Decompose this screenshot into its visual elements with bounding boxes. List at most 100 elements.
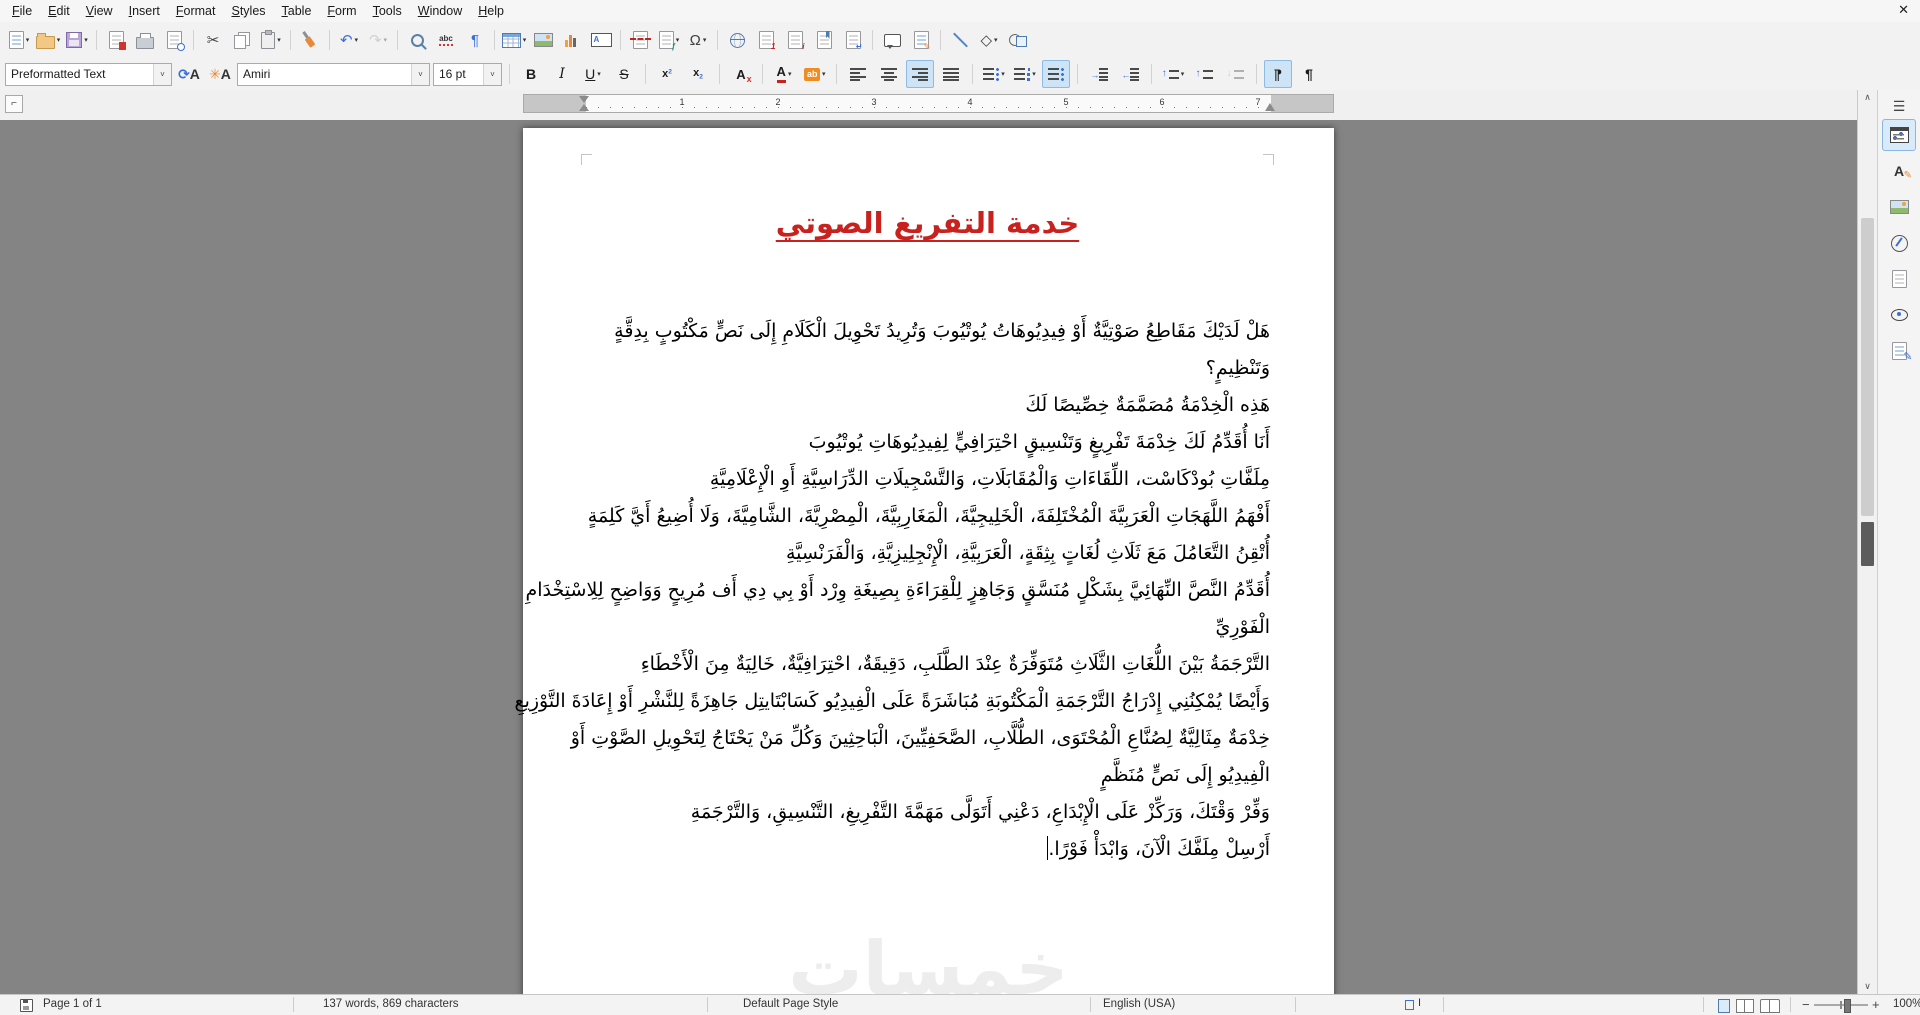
special-character-button[interactable]: Ω ▾ bbox=[684, 26, 712, 54]
subscript-button[interactable]: x2 bbox=[684, 60, 712, 88]
page-style[interactable]: Default Page Style bbox=[743, 998, 838, 1010]
increase-indent-button[interactable]: → bbox=[1085, 60, 1113, 88]
insert-textbox-button[interactable]: A bbox=[587, 26, 615, 54]
basic-shapes-button[interactable]: ◇ ▾ bbox=[975, 26, 1003, 54]
find-replace-button[interactable] bbox=[403, 26, 431, 54]
font-color-button[interactable]: A ▾ bbox=[770, 60, 798, 88]
copy-button[interactable] bbox=[228, 26, 256, 54]
text-line[interactable]: خِدْمَةٌ مِثَالِيَّةٌ لِصُنَّاعِ الْمُحْ… bbox=[553, 720, 1270, 757]
sidebar-settings-icon[interactable]: ☰ bbox=[1893, 98, 1906, 115]
font-name-combobox[interactable]: Amiri ˅ bbox=[237, 62, 430, 86]
cut-button[interactable]: ✂ bbox=[199, 26, 227, 54]
decrease-paragraph-spacing-button[interactable]: ↓ bbox=[1221, 60, 1249, 88]
save-button[interactable]: ▾ bbox=[63, 26, 91, 54]
highlight-color-button[interactable]: ab ▾ bbox=[801, 60, 829, 88]
text-line[interactable]: وَتَنْظِيمٍ؟ bbox=[553, 350, 1270, 387]
document-title[interactable]: خدمة التفريغ الصوتي bbox=[585, 206, 1270, 240]
new-style-button[interactable]: ✳A bbox=[206, 60, 234, 88]
menu-window[interactable]: Window bbox=[410, 2, 470, 20]
superscript-button[interactable]: x2 bbox=[653, 60, 681, 88]
ordered-list-button[interactable]: ▾ bbox=[1011, 60, 1039, 88]
formatting-marks-button[interactable]: ¶ bbox=[461, 26, 489, 54]
clear-formatting-button[interactable]: Ax bbox=[727, 60, 755, 88]
scrollbar-marker[interactable] bbox=[1861, 522, 1874, 566]
word-count[interactable]: 137 words, 869 characters bbox=[323, 998, 459, 1010]
strikethrough-button[interactable]: S bbox=[610, 60, 638, 88]
horizontal-ruler[interactable]: 1 2 3 4 5 6 7 bbox=[523, 94, 1334, 113]
paste-button[interactable]: ▾ bbox=[257, 26, 285, 54]
insert-image-button[interactable] bbox=[529, 26, 557, 54]
insert-chart-button[interactable] bbox=[558, 26, 586, 54]
zoom-level[interactable]: 100% bbox=[1893, 998, 1920, 1010]
align-left-button[interactable] bbox=[844, 60, 872, 88]
close-window-icon[interactable]: ✕ bbox=[1898, 2, 1909, 18]
book-view-icon[interactable] bbox=[1760, 999, 1780, 1013]
text-line[interactable]: الْفِيدِيُو إِلَى نَصٍّ مُنَظَّمٍ bbox=[553, 757, 1270, 794]
menu-table[interactable]: Table bbox=[274, 2, 320, 20]
right-to-left-button[interactable]: ¶ bbox=[1264, 60, 1292, 88]
sidebar-tab-properties[interactable] bbox=[1882, 119, 1916, 151]
clone-formatting-button[interactable] bbox=[296, 26, 324, 54]
print-preview-button[interactable] bbox=[160, 26, 188, 54]
track-changes-button[interactable]: ✎ bbox=[907, 26, 935, 54]
scroll-up-icon[interactable]: ∧ bbox=[1858, 90, 1877, 106]
insert-table-button[interactable]: ▾ bbox=[500, 26, 528, 54]
menu-form[interactable]: Form bbox=[319, 2, 364, 20]
line-spacing-button[interactable]: ↑ ▾ bbox=[1159, 60, 1187, 88]
increase-paragraph-spacing-button[interactable]: ↑ bbox=[1190, 60, 1218, 88]
scrollbar-thumb[interactable] bbox=[1861, 218, 1874, 516]
unordered-list-button[interactable]: ▾ bbox=[980, 60, 1008, 88]
sidebar-tab-manage-changes[interactable]: ✎ bbox=[1882, 335, 1916, 367]
text-line[interactable]: الْفَوْرِيِّ bbox=[553, 609, 1270, 646]
sidebar-tab-style-inspector[interactable] bbox=[1882, 299, 1916, 331]
zoom-out-icon[interactable]: − bbox=[1802, 997, 1810, 1012]
new-document-button[interactable]: ▾ bbox=[5, 26, 33, 54]
text-line[interactable]: أَفْهَمُ اللَّهَجَاتِ الْعَرَبِيَّةَ الْ… bbox=[553, 498, 1270, 535]
menu-file[interactable]: File bbox=[4, 2, 40, 20]
export-pdf-button[interactable] bbox=[102, 26, 130, 54]
text-line[interactable]: مِلَفَّاتِ بُودْكَاسْت، اللِّقَاءَاتِ وَ… bbox=[553, 461, 1270, 498]
align-right-button[interactable] bbox=[906, 60, 934, 88]
tab-stop-selector[interactable]: ⌐ bbox=[5, 95, 23, 113]
menu-tools[interactable]: Tools bbox=[365, 2, 410, 20]
menu-help[interactable]: Help bbox=[470, 2, 512, 20]
draw-functions-button[interactable] bbox=[1004, 26, 1032, 54]
insert-endnote-button[interactable]: i bbox=[781, 26, 809, 54]
document-body[interactable]: هَلْ لَدَيْكَ مَقَاطِعُ صَوْتِيَّةٌ أَوْ… bbox=[514, 313, 1270, 868]
insert-field-button[interactable]: ƒ ▾ bbox=[655, 26, 683, 54]
page[interactable]: خدمة التفريغ الصوتي خمسات هَلْ لَدَيْكَ … bbox=[514, 128, 1334, 995]
scroll-down-icon[interactable]: ∨ bbox=[1858, 979, 1877, 995]
selection-mode-icon[interactable]: I bbox=[1405, 997, 1423, 1011]
page-break-button[interactable] bbox=[626, 26, 654, 54]
combo-arrow-icon[interactable]: ˅ bbox=[411, 63, 429, 85]
left-indent-marker[interactable] bbox=[579, 99, 589, 111]
page-count[interactable]: Page 1 of 1 bbox=[43, 998, 102, 1010]
zoom-in-icon[interactable]: + bbox=[1872, 997, 1880, 1012]
text-line[interactable]: أَرْسِلْ مِلَفَّكَ الْآنَ، وَابْدَأْ فَو… bbox=[553, 831, 1270, 868]
sidebar-tab-styles[interactable]: A ✎ bbox=[1882, 155, 1916, 187]
menu-styles[interactable]: Styles bbox=[223, 2, 273, 20]
menu-insert[interactable]: Insert bbox=[121, 2, 168, 20]
no-list-button[interactable] bbox=[1042, 60, 1070, 88]
text-language[interactable]: English (USA) bbox=[1103, 998, 1175, 1010]
menu-view[interactable]: View bbox=[78, 2, 121, 20]
menu-edit[interactable]: Edit bbox=[40, 2, 78, 20]
italic-button[interactable]: I bbox=[548, 60, 576, 88]
menu-format[interactable]: Format bbox=[168, 2, 224, 20]
text-line[interactable]: أُتْقِنُ التَّعَامُلَ مَعَ ثَلَاثِ لُغَا… bbox=[553, 535, 1270, 572]
combo-arrow-icon[interactable]: ˅ bbox=[153, 63, 171, 85]
decrease-indent-button[interactable]: ← bbox=[1116, 60, 1144, 88]
vertical-scrollbar[interactable]: ∧ ∨ bbox=[1857, 90, 1877, 995]
text-line[interactable]: هَلْ لَدَيْكَ مَقَاطِعُ صَوْتِيَّةٌ أَوْ… bbox=[553, 313, 1270, 350]
paragraph-style-combobox[interactable]: Preformatted Text ˅ bbox=[5, 62, 172, 86]
right-indent-marker[interactable] bbox=[1265, 98, 1275, 111]
text-line[interactable]: وَفِّرْ وَقْتَكَ، وَرَكِّزْ عَلَى الْإِب… bbox=[553, 794, 1270, 831]
combo-arrow-icon[interactable]: ˅ bbox=[483, 63, 501, 85]
redo-button[interactable]: ↷ ▾ bbox=[364, 26, 392, 54]
bold-button[interactable]: B bbox=[517, 60, 545, 88]
insert-hyperlink-button[interactable] bbox=[723, 26, 751, 54]
left-to-right-button[interactable]: ¶ bbox=[1295, 60, 1323, 88]
sidebar-tab-page[interactable] bbox=[1882, 263, 1916, 295]
sidebar-tab-gallery[interactable] bbox=[1882, 191, 1916, 223]
save-status-icon[interactable] bbox=[20, 999, 33, 1012]
